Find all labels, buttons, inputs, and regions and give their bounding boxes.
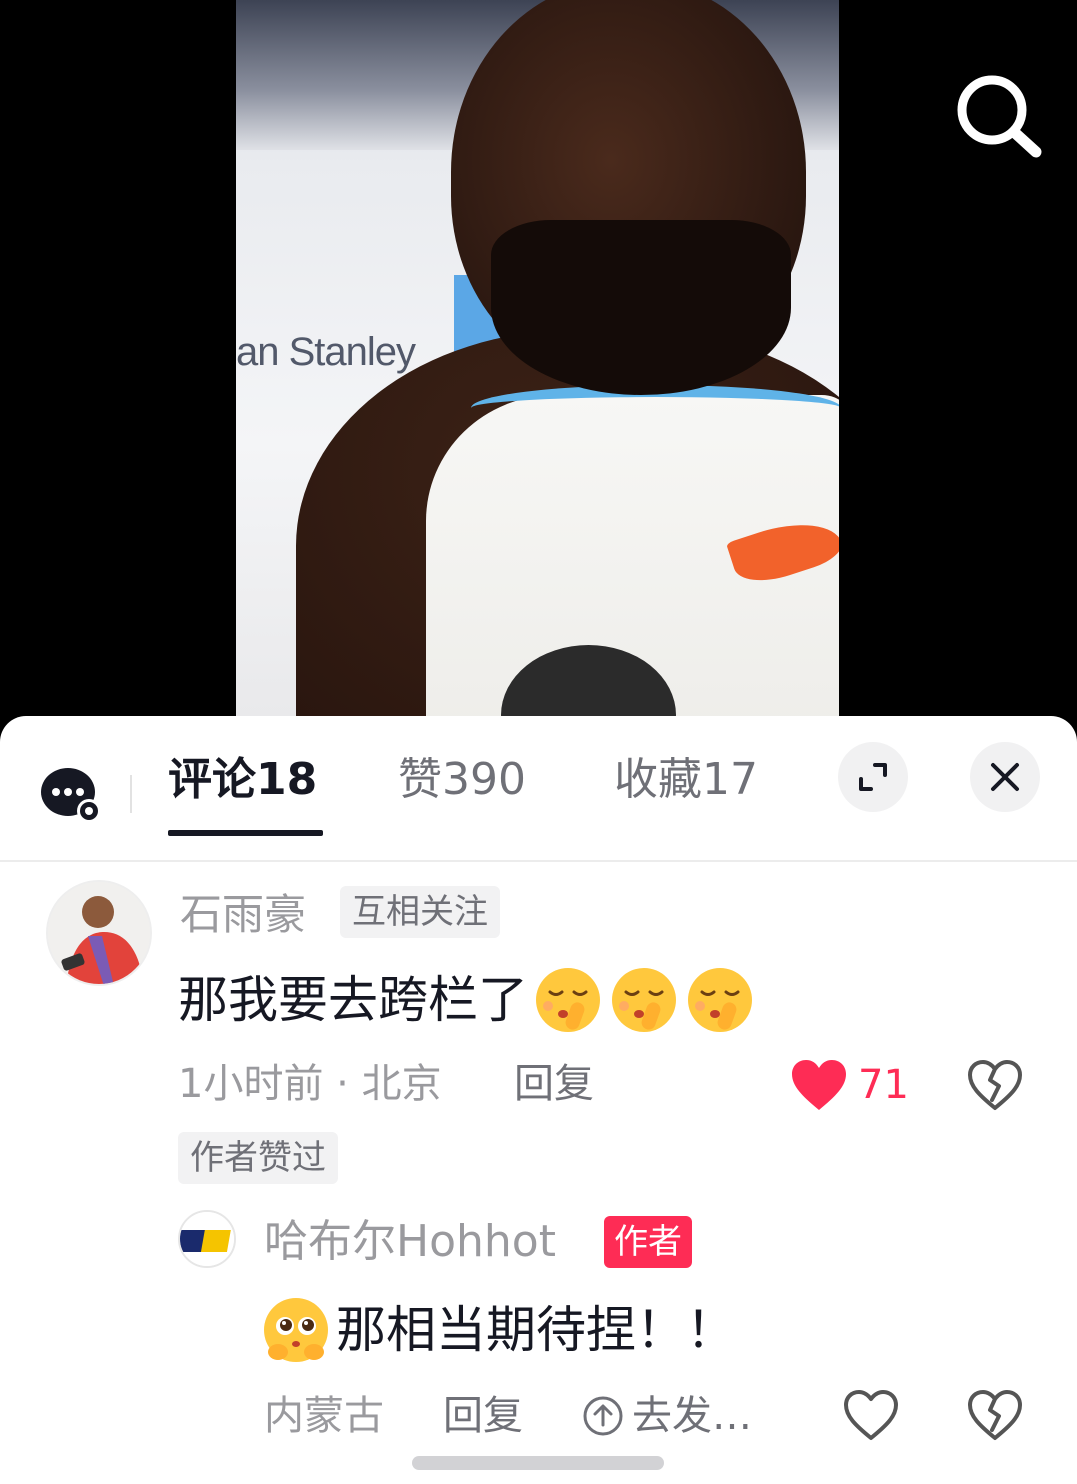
search-icon[interactable] bbox=[950, 72, 1046, 168]
tab-favorites[interactable]: 收藏17 bbox=[614, 752, 758, 808]
pleading-face-emoji-icon bbox=[264, 1298, 328, 1362]
reply-button[interactable]: 回复 bbox=[443, 1390, 523, 1442]
shush-face-emoji-icon bbox=[688, 968, 752, 1032]
tab-divider bbox=[130, 775, 132, 813]
avatar-image bbox=[48, 882, 150, 984]
share-up-arrow-icon[interactable] bbox=[582, 1395, 624, 1437]
active-tab-indicator bbox=[168, 830, 323, 836]
author-avatar[interactable] bbox=[178, 1210, 236, 1268]
close-button[interactable] bbox=[970, 742, 1040, 812]
like-count: 71 bbox=[858, 1062, 909, 1108]
comment-username[interactable]: 石雨豪 bbox=[180, 889, 306, 941]
share-button[interactable]: 去发… bbox=[632, 1390, 752, 1442]
video-person-beard bbox=[491, 220, 791, 395]
tab-comments[interactable]: 评论18 bbox=[168, 752, 317, 808]
reply-username[interactable]: 哈布尔Hohhot bbox=[264, 1214, 556, 1270]
reply-text-content: 那相当期待捏！！ bbox=[336, 1301, 736, 1359]
heart-outline-icon[interactable] bbox=[842, 1388, 900, 1442]
header-divider bbox=[0, 860, 1077, 862]
expand-icon bbox=[859, 763, 887, 791]
author-badge: 作者 bbox=[604, 1216, 692, 1268]
reply-meta: 内蒙古 bbox=[264, 1393, 384, 1439]
avatar[interactable] bbox=[46, 880, 152, 986]
mutual-follow-badge: 互相关注 bbox=[340, 886, 500, 938]
reply-text: 那相当期待捏！！ bbox=[260, 1294, 736, 1366]
video-player[interactable]: an Stanley bbox=[0, 0, 1077, 740]
tab-likes[interactable]: 赞390 bbox=[398, 752, 526, 808]
shush-face-emoji-icon bbox=[612, 968, 676, 1032]
comment-settings-icon[interactable] bbox=[40, 766, 104, 826]
reply-button[interactable]: 回复 bbox=[514, 1058, 594, 1110]
author-liked-badge: 作者赞过 bbox=[178, 1132, 338, 1184]
shush-face-emoji-icon bbox=[536, 968, 600, 1032]
video-frame[interactable]: an Stanley bbox=[236, 0, 839, 740]
heart-filled-icon[interactable] bbox=[790, 1058, 848, 1112]
comment-meta: 1小时前 · 北京 bbox=[178, 1061, 442, 1107]
broken-heart-icon[interactable] bbox=[966, 1058, 1024, 1112]
broken-heart-icon[interactable] bbox=[966, 1388, 1024, 1442]
comment-text-content: 那我要去跨栏了 bbox=[178, 971, 528, 1029]
home-indicator[interactable] bbox=[412, 1456, 664, 1470]
close-icon bbox=[991, 763, 1019, 791]
comment-text: 那我要去跨栏了 bbox=[178, 964, 756, 1036]
expand-button[interactable] bbox=[838, 742, 908, 812]
video-sponsor-text: an Stanley bbox=[236, 330, 416, 374]
